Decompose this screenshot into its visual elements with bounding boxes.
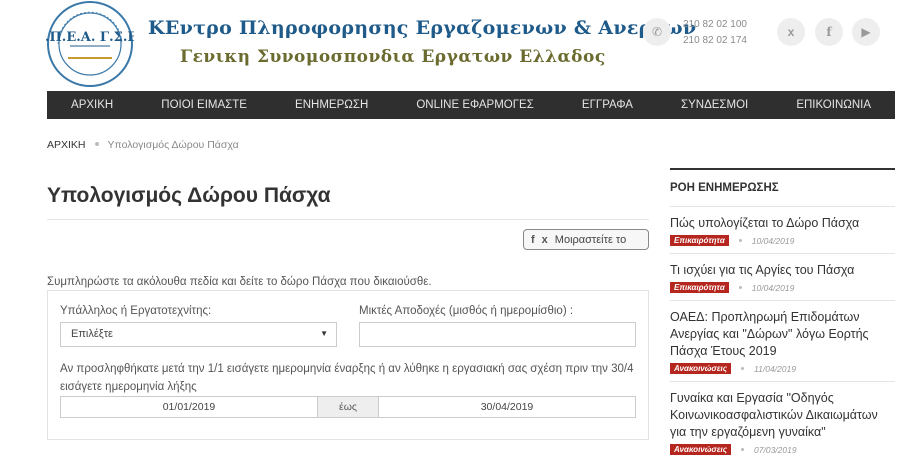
news-item-title[interactable]: Γυναίκα και Εργασία "Οδηγός Κοινωνικοασφ… xyxy=(670,390,895,441)
phone-2: 210 82 02 174 xyxy=(683,35,747,46)
date-range-separator: έως xyxy=(317,397,379,417)
news-feed: ΡΟΗ ΕΝΗΜΕΡΩΣΗΣ Πώς υπολογίζεται το Δώρο … xyxy=(670,168,895,462)
breadcrumb-separator xyxy=(94,142,99,146)
phone-numbers: 210 82 02 100 210 82 02 174 xyxy=(683,17,747,49)
category-badge[interactable]: Ανακοινώσεις xyxy=(670,363,732,374)
employee-type-value: Επιλέξτε xyxy=(71,328,113,340)
employee-type-label: Υπάλληλος ή Εργατοτεχνίτης: xyxy=(60,305,212,317)
facebook-icon: f xyxy=(531,233,535,246)
end-date-input[interactable]: 30/04/2019 xyxy=(379,397,635,417)
news-item-date: 07/03/2019 xyxy=(754,444,797,455)
nav-item-online-apps[interactable]: ONLINE ΕΦΑΡΜΟΓΕΣ xyxy=(392,91,558,119)
start-date-input[interactable]: 01/01/2019 xyxy=(61,397,317,417)
phone-icon: ✆ xyxy=(643,18,671,46)
phone-1: 210 82 02 100 xyxy=(683,19,747,30)
nav-item-contact[interactable]: ΕΠΙΚΟΙΝΩΝΙΑ xyxy=(772,91,895,119)
news-item[interactable]: ΟΑΕΔ: Προπληρωμή Επιδομάτων Ανεργίας και… xyxy=(670,300,895,374)
nav-item-home[interactable]: ΑΡΧΙΚΗ xyxy=(47,91,137,119)
gross-wage-label: Μικτές Αποδοχές (μισθός ή ημερομίσθιο) : xyxy=(359,305,574,317)
news-feed-divider xyxy=(670,168,895,170)
org-name-line1[interactable]: ΚΕντρο Πληροφορησης Εργαζομενων & Ανεργω… xyxy=(148,17,696,39)
news-item-date: 10/04/2019 xyxy=(751,282,795,293)
logo-seal[interactable]: ΚΕ.Π.Ε.Α. Γ.Σ.Ε.Ε. xyxy=(46,0,134,88)
nav-item-about[interactable]: ΠΟΙΟΙ ΕΙΜΑΣΤΕ xyxy=(137,91,271,119)
title-divider xyxy=(47,219,649,220)
nav-item-news[interactable]: ΕΝΗΜΕΡΩΣΗ xyxy=(271,91,392,119)
page-title: Υπολογισμός Δώρου Πάσχα xyxy=(47,184,331,207)
breadcrumb-home[interactable]: ΑΡΧΙΚΗ xyxy=(47,139,86,151)
category-badge[interactable]: Επικαιρότητα xyxy=(670,235,729,246)
news-feed-title: ΡΟΗ ΕΝΗΜΕΡΩΣΗΣ xyxy=(670,182,779,194)
twitter-icon[interactable]: x xyxy=(777,18,805,46)
breadcrumb: ΑΡΧΙΚΗ Υπολογισμός Δώρου Πάσχα xyxy=(47,139,239,151)
news-item-title[interactable]: Πώς υπολογίζεται το Δώρο Πάσχα xyxy=(670,215,895,232)
news-item[interactable]: Γυναίκα και Εργασία "Οδηγός Κοινωνικοασφ… xyxy=(670,381,895,455)
news-item-date: 10/04/2019 xyxy=(751,235,795,246)
site-header: ΚΕ.Π.Ε.Α. Γ.Σ.Ε.Ε. ΚΕντρο Πληροφορησης Ε… xyxy=(0,0,918,90)
dates-note: Αν προσληφθήκατε μετά την 1/1 εισάγετε η… xyxy=(60,363,634,393)
category-badge[interactable]: Επικαιρότητα xyxy=(670,282,729,293)
twitter-icon: x xyxy=(541,233,548,246)
news-item[interactable]: Τι ισχύει για τις Αργίες του Πάσχα Επικα… xyxy=(670,253,895,293)
employee-type-select[interactable]: Επιλέξτε ▼ xyxy=(60,322,337,347)
date-range: 01/01/2019 έως 30/04/2019 xyxy=(60,396,636,418)
youtube-icon[interactable]: ▶ xyxy=(852,18,880,46)
logo-text: ΚΕ.Π.Ε.Α. Γ.Σ.Ε.Ε. xyxy=(46,30,134,45)
chevron-down-icon: ▼ xyxy=(320,329,328,338)
category-badge[interactable]: Ανακοινώσεις xyxy=(670,444,732,455)
news-item-title[interactable]: Τι ισχύει για τις Αργίες του Πάσχα xyxy=(670,262,895,279)
facebook-icon[interactable]: f xyxy=(815,18,843,46)
news-item-title[interactable]: ΟΑΕΔ: Προπληρωμή Επιδομάτων Ανεργίας και… xyxy=(670,309,895,360)
share-button[interactable]: f x Μοιραστείτε το xyxy=(523,229,649,250)
form-intro: Συμπληρώστε τα ακόλουθα πεδία και δείτε … xyxy=(47,276,432,288)
news-item[interactable]: Πώς υπολογίζεται το Δώρο Πάσχα Επικαιρότ… xyxy=(670,206,895,246)
nav-item-links[interactable]: ΣΥΝΔΕΣΜΟΙ xyxy=(657,91,772,119)
news-item-date: 11/04/2019 xyxy=(754,363,796,374)
gross-wage-input[interactable] xyxy=(359,322,636,347)
main-nav: ΑΡΧΙΚΗ ΠΟΙΟΙ ΕΙΜΑΣΤΕ ΕΝΗΜΕΡΩΣΗ ONLINE ΕΦ… xyxy=(47,91,895,119)
share-label: Μοιραστείτε το xyxy=(554,233,627,246)
org-name-line2[interactable]: Γενικη Συνομοσπονδια Εργατων Ελλαδος xyxy=(180,47,606,67)
breadcrumb-current: Υπολογισμός Δώρου Πάσχα xyxy=(107,139,239,151)
nav-item-documents[interactable]: ΕΓΓΡΑΦΑ xyxy=(558,91,657,119)
